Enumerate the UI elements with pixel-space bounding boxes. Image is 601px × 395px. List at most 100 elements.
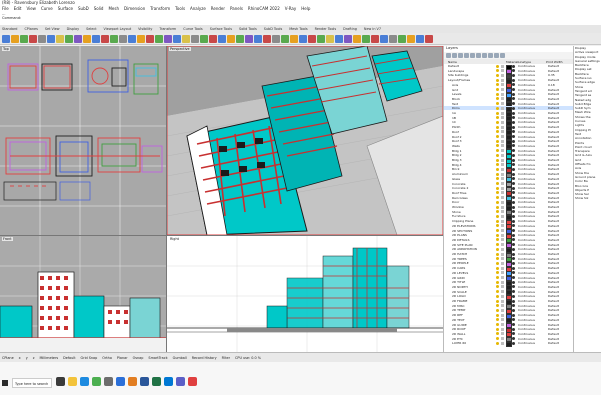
layer-print-width[interactable]: Default [548, 304, 559, 308]
layer-material-icon[interactable] [512, 106, 515, 110]
toolbar-tool-icon[interactable] [20, 34, 28, 43]
layer-linetype[interactable]: Continuous [518, 97, 535, 101]
layer-material-icon[interactable] [512, 116, 515, 120]
layer-material-icon[interactable] [512, 191, 515, 195]
layer-row[interactable]: 2D MISC Continuous Default [444, 304, 574, 310]
layer-linetype[interactable]: Continuous [518, 229, 535, 233]
windows-start-icon[interactable] [2, 380, 8, 386]
layer-print-width[interactable]: Default [548, 149, 559, 153]
layer-linetype[interactable]: Continuous [518, 313, 535, 317]
layer-row[interactable]: Site buildings Continuous 0.35 [444, 73, 574, 79]
layer-print-width[interactable]: Default [548, 323, 559, 327]
layer-visibility-icon[interactable] [496, 304, 499, 308]
toolbar-tool-icon[interactable] [290, 34, 298, 43]
layer-material-icon[interactable] [512, 313, 515, 317]
layer-linetype[interactable]: Continuous [518, 116, 535, 120]
layer-visibility-icon[interactable] [496, 205, 499, 209]
layer-lock-icon[interactable] [501, 224, 504, 228]
layer-linetype[interactable]: Continuous [518, 186, 535, 190]
layer-material-icon[interactable] [512, 294, 515, 298]
tab-cplanes[interactable]: CPlanes [24, 27, 37, 31]
layer-material-icon[interactable] [512, 200, 515, 204]
layer-print-width[interactable]: Default [548, 191, 559, 195]
layer-row[interactable]: Bldg 4 Continuous Default [444, 163, 574, 169]
layer-visibility-icon[interactable] [496, 111, 499, 115]
layer-material-icon[interactable] [512, 304, 515, 308]
layer-print-width[interactable]: Default [548, 243, 559, 247]
layer-row[interactable]: Furniture Continuous Default [444, 214, 574, 220]
layer-visibility-icon[interactable] [496, 341, 499, 345]
layer-row[interactable]: 2D SITE PLAN Continuous Default [444, 243, 574, 249]
toolbar-tool-icon[interactable] [128, 34, 136, 43]
property-item[interactable]: Show Siz [574, 196, 601, 200]
layer-print-width[interactable]: Default [548, 337, 559, 341]
layer-visibility-icon[interactable] [496, 88, 499, 91]
layer-linetype[interactable]: Continuous [518, 252, 535, 256]
layer-print-width[interactable]: Default [548, 261, 559, 265]
layer-visibility-icon[interactable] [496, 224, 499, 228]
layer-linetype[interactable]: Continuous [518, 172, 535, 176]
layer-material-icon[interactable] [512, 341, 515, 345]
status-filter[interactable]: Filter [222, 356, 230, 360]
task-view-icon[interactable] [56, 377, 65, 386]
layer-visibility-icon[interactable] [496, 125, 499, 129]
layer-visibility-icon[interactable] [496, 323, 499, 326]
status-cplane[interactable]: CPlane [2, 356, 14, 360]
viewport-label-front[interactable]: Front [2, 237, 13, 241]
layer-print-width[interactable]: Default [548, 318, 559, 322]
layer-material-icon[interactable] [512, 182, 515, 185]
layer-lock-icon[interactable] [501, 304, 504, 308]
layer-linetype[interactable]: Continuous [518, 337, 535, 341]
layer-row[interactable]: Dims Continuous Default [444, 106, 574, 112]
layer-lock-icon[interactable] [501, 337, 504, 341]
layer-lock-icon[interactable] [501, 318, 504, 322]
tab-display[interactable]: Display [67, 27, 80, 31]
tab-standard[interactable]: Standard [2, 27, 17, 31]
layer-visibility-icon[interactable] [496, 247, 499, 251]
edge-icon[interactable] [80, 377, 89, 386]
layer-linetype[interactable]: Continuous [518, 130, 535, 134]
layer-visibility-icon[interactable] [496, 116, 499, 120]
layer-lock-icon[interactable] [501, 97, 504, 101]
layer-lock-icon[interactable] [501, 172, 504, 176]
toolbar-tool-icon[interactable] [362, 34, 370, 43]
layer-print-width[interactable]: Default [548, 308, 559, 312]
viewport-label-right[interactable]: Right [169, 237, 180, 241]
illustrator-icon[interactable] [128, 377, 137, 386]
layer-material-icon[interactable] [512, 308, 515, 312]
layer-row[interactable]: 2D HATCH Continuous Default [444, 252, 574, 258]
layer-print-width[interactable]: Default [548, 116, 559, 120]
layer-visibility-icon[interactable] [496, 219, 499, 223]
layer-lock-icon[interactable] [501, 191, 504, 195]
layer-linetype[interactable]: Continuous [518, 308, 535, 312]
layer-material-icon[interactable] [512, 102, 515, 106]
command-prompt[interactable]: Command: [0, 16, 601, 20]
layer-print-width[interactable]: Default [548, 266, 559, 270]
toolbar-tool-icon[interactable] [56, 34, 64, 43]
layer-lock-icon[interactable] [501, 323, 504, 326]
layer-row[interactable]: 2D ROOF Continuous Default [444, 327, 574, 333]
layer-material-icon[interactable] [512, 153, 515, 157]
tab-solid-tools[interactable]: Solid Tools [239, 27, 257, 31]
layer-print-width[interactable]: Default [548, 224, 559, 228]
layer-visibility-icon[interactable] [496, 186, 499, 190]
layer-lock-icon[interactable] [501, 196, 504, 200]
toolbar-tool-icon[interactable] [371, 34, 379, 43]
layer-material-icon[interactable] [512, 139, 515, 143]
layer-linetype[interactable]: Continuous [518, 64, 535, 68]
tools-icon[interactable] [488, 53, 493, 58]
layer-linetype[interactable]: Continuous [518, 73, 535, 77]
layer-row[interactable]: 2D NORTH Continuous Default [444, 285, 574, 291]
layer-material-icon[interactable] [512, 219, 515, 223]
layer-linetype[interactable]: Continuous [518, 290, 535, 294]
layer-material-icon[interactable] [512, 233, 515, 237]
layer-visibility-icon[interactable] [496, 78, 499, 82]
layer-print-width[interactable]: Default [548, 276, 559, 280]
layer-row[interactable]: 1B Continuous Default [444, 116, 574, 122]
layer-lock-icon[interactable] [501, 247, 504, 251]
layer-row[interactable]: Walls Continuous Default [444, 144, 574, 150]
toolbar-tool-icon[interactable] [398, 34, 406, 43]
layer-lock-icon[interactable] [501, 294, 504, 298]
layer-row[interactable]: 2D SECTIONS Continuous Default [444, 229, 574, 234]
layer-lock-icon[interactable] [501, 144, 504, 148]
